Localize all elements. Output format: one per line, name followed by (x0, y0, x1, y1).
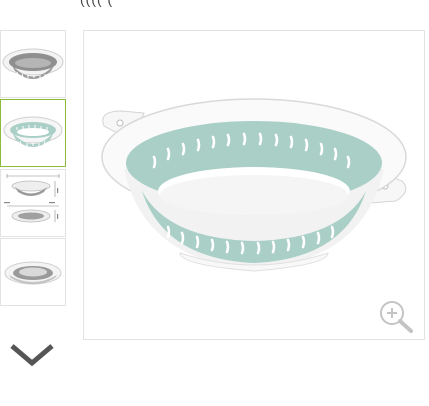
thumbnail-4[interactable] (0, 238, 66, 306)
cropped-header-text: (((( ( (80, 0, 113, 7)
product-gallery: (((( ( (0, 0, 429, 406)
zoom-in-icon (380, 301, 413, 333)
colander-teal-icon (101, 98, 407, 272)
thumbnail-scroll-down-button[interactable] (8, 342, 56, 368)
colander-teal-icon (3, 116, 63, 147)
thumbnail-3[interactable] (0, 169, 66, 237)
thumbnail-1[interactable] (0, 30, 66, 98)
chevron-down-icon (10, 344, 54, 367)
zoom-button[interactable] (378, 299, 418, 335)
colander-dimensions-icon (4, 174, 60, 223)
thumbnail-2[interactable] (0, 99, 66, 167)
colander-collapsed-icon (4, 261, 62, 285)
colander-gray-icon (2, 48, 64, 79)
main-product-image[interactable] (83, 30, 425, 340)
